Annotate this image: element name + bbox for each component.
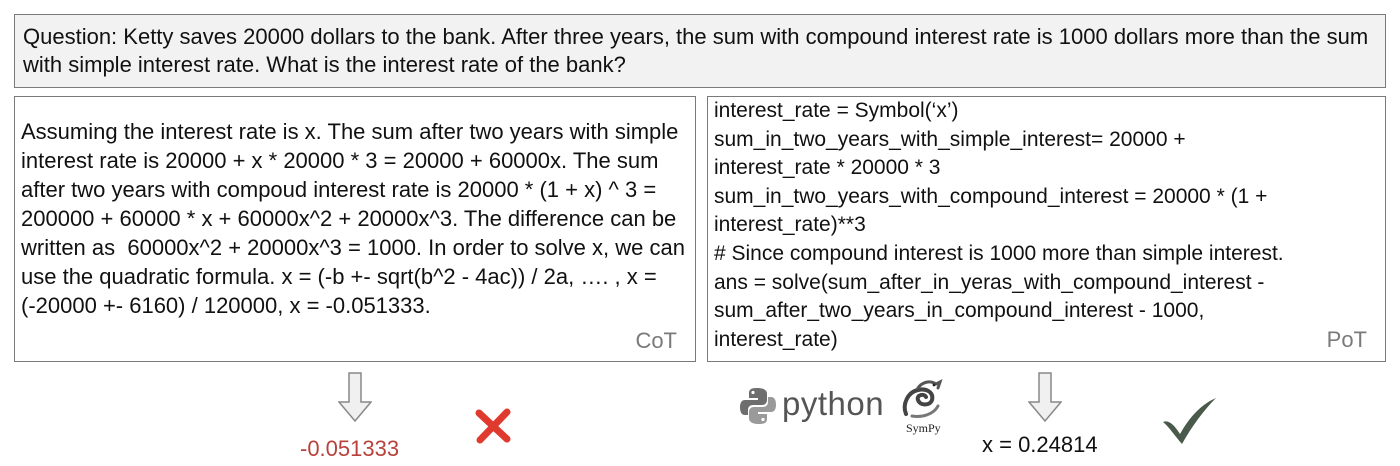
cot-answer: -0.051333 — [300, 436, 400, 461]
check-icon — [1163, 398, 1216, 444]
pot-code-line: # Since compound interest is 1000 more t… — [714, 241, 1284, 265]
python-logo-icon — [740, 388, 776, 424]
question-text: Question: Ketty saves 20000 dollars to t… — [23, 24, 1369, 77]
cot-down-arrow-icon — [338, 372, 372, 422]
sympy-wordmark: SymPy — [906, 421, 941, 435]
cot-label: CoT — [635, 328, 677, 353]
pot-code-line: ans = solve(sum_after_in_yeras_with_comp… — [714, 270, 1265, 294]
pot-answer: x = 0.24814 — [982, 432, 1098, 457]
cross-icon — [475, 408, 511, 444]
pot-code: interest_rate = Symbol(‘x’) sum_in_two_ye… — [714, 97, 1379, 354]
pot-code-line: sum_after_two_years_in_compound_interest… — [714, 299, 1205, 323]
question-box: Question: Ketty saves 20000 dollars to t… — [14, 14, 1386, 88]
sympy-snake-icon — [902, 379, 943, 418]
pot-code-line: sum_in_two_years_with_simple_interest= 2… — [714, 127, 1186, 151]
pot-label: PoT — [1326, 327, 1367, 353]
pot-code-line: sum_in_two_years_with_compound_interest … — [714, 184, 1268, 208]
cot-box: Assuming the interest rate is x. The sum… — [14, 96, 696, 362]
pot-box: interest_rate = Symbol(‘x’) sum_in_two_ye… — [707, 96, 1386, 362]
pot-down-arrow-icon — [1028, 372, 1062, 422]
python-wordmark: python — [782, 385, 885, 422]
pot-code-line: interest_rate = Symbol(‘x’) — [714, 99, 959, 122]
pot-code-line: interest_rate * 20000 * 3 — [714, 156, 941, 180]
cot-text: Assuming the interest rate is x. The sum… — [21, 119, 692, 318]
pot-code-line: interest_rate) — [714, 327, 838, 351]
pot-code-line: interest_rate)**3 — [714, 213, 866, 237]
